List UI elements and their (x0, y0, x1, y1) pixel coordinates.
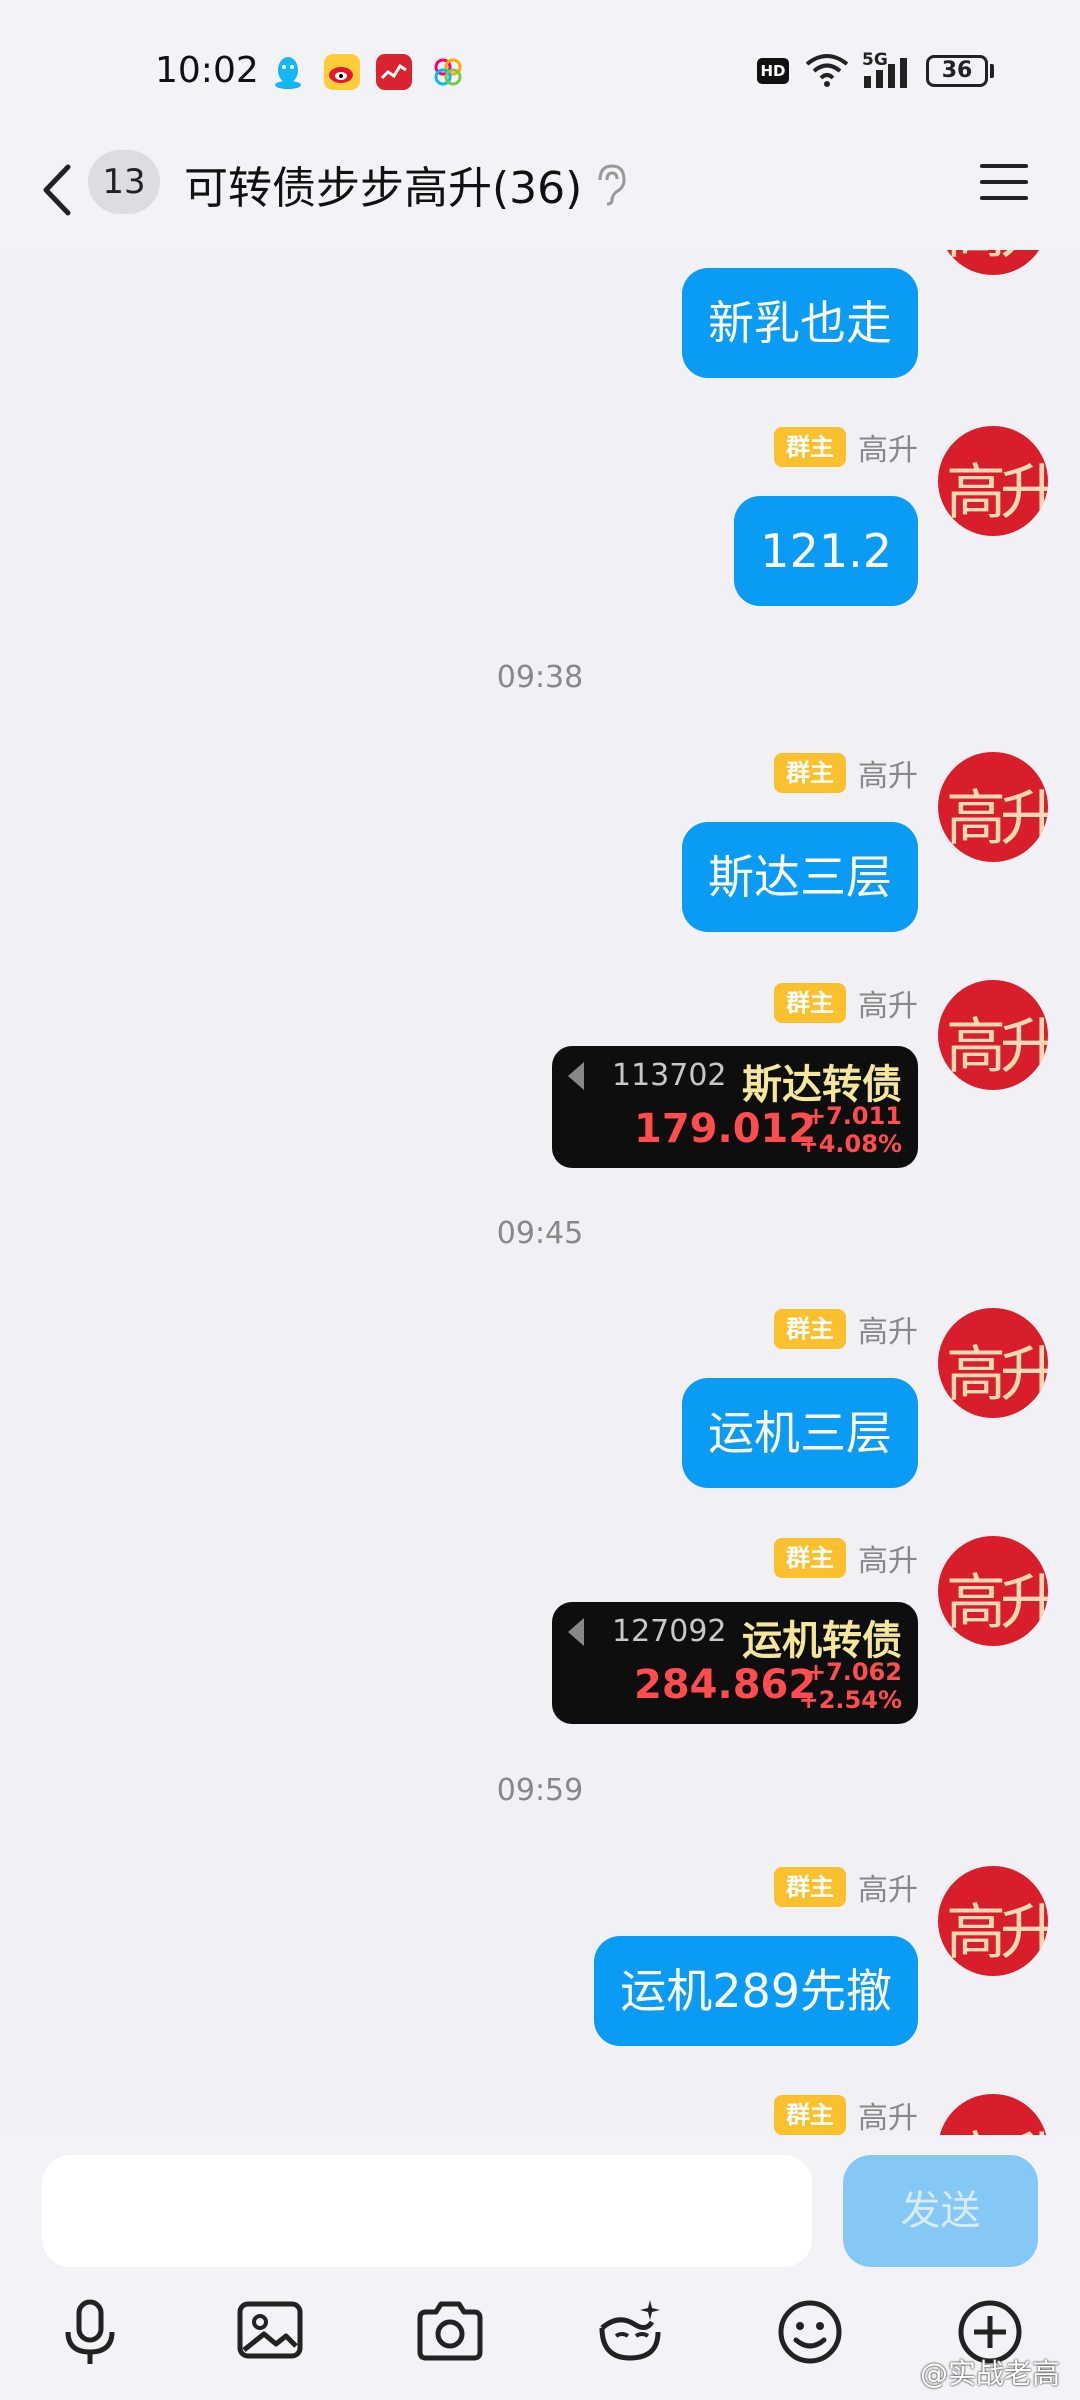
avatar[interactable]: 高升 (938, 980, 1048, 1090)
ear-icon[interactable] (590, 162, 630, 206)
avatar[interactable]: 高升 (938, 1308, 1048, 1418)
signal-icon (864, 58, 912, 92)
message-input[interactable] (42, 2155, 812, 2267)
message-bubble[interactable]: 运机289先撤 (594, 1936, 918, 2046)
watermark: @实战老高 (919, 2357, 1060, 2390)
message-bubble[interactable]: 新乳也走 (682, 268, 918, 378)
timestamp: 09:59 (496, 1773, 584, 1808)
face-effect-icon[interactable] (590, 2292, 670, 2372)
status-bar: 10:02 HD 5G 36 (0, 0, 1080, 140)
timestamp: 09:38 (496, 660, 584, 695)
sender-meta: 群主 高升 (774, 1867, 918, 1908)
sender-meta: 群主 高升 (774, 1538, 918, 1579)
wifi-icon (803, 52, 851, 92)
sender-name: 高升 (858, 2101, 918, 2135)
message-bubble[interactable]: 运机三层 (682, 1378, 918, 1488)
sender-name: 高升 (858, 759, 918, 794)
battery-indicator: 36 (926, 55, 988, 87)
quote-change-pct: +2.54% (798, 1686, 902, 1714)
quote-price: 284.862 (634, 1662, 817, 1708)
menu-button[interactable] (978, 158, 1030, 206)
chat-message-list[interactable]: 高升 新乳也走 群主 高升 高升 121.2 09:38 群主 高升 高升 斯达… (0, 250, 1080, 2135)
avatar[interactable]: 高升 (938, 2094, 1048, 2135)
status-time: 10:02 (155, 50, 259, 91)
battery-tip (990, 64, 994, 78)
page-title[interactable]: 可转债步步高升(36) (184, 152, 582, 216)
sender-meta: 群主 高升 (774, 427, 918, 468)
quote-change: +7.011 +4.08% (799, 1102, 902, 1158)
sender-name: 高升 (858, 1544, 918, 1579)
sender-meta: 群主 高升 (774, 2095, 918, 2135)
owner-badge: 群主 (774, 1538, 846, 1578)
message-bubble[interactable]: 121.2 (734, 496, 918, 606)
sender-name: 高升 (858, 1873, 918, 1908)
timestamp: 09:45 (496, 1216, 584, 1251)
avatar[interactable]: 高升 (938, 752, 1048, 862)
owner-badge: 群主 (774, 1309, 846, 1349)
quote-change-pct: +4.08% (798, 1130, 902, 1158)
image-icon[interactable] (230, 2292, 310, 2372)
microphone-icon[interactable] (50, 2292, 130, 2372)
stock-quote-card[interactable]: 113702 斯达转债 179.012 +7.011 +4.08% (552, 1046, 918, 1168)
send-button[interactable]: 发送 (843, 2155, 1038, 2267)
collapse-arrow-icon (568, 1618, 584, 1646)
emoji-icon[interactable] (770, 2292, 850, 2372)
weibo-icon (324, 54, 360, 90)
quote-change: +7.062 +2.54% (799, 1658, 902, 1714)
quote-code: 113702 (612, 1058, 727, 1093)
avatar[interactable]: 高升 (938, 1536, 1048, 1646)
avatar[interactable]: 高升 (938, 1866, 1048, 1976)
stock-quote-card[interactable]: 127092 运机转债 284.862 +7.062 +2.54% (552, 1602, 918, 1724)
avatar[interactable]: 高升 (938, 250, 1048, 275)
quote-change-abs: +7.011 (805, 1102, 902, 1130)
sender-name: 高升 (858, 433, 918, 468)
owner-badge: 群主 (774, 427, 846, 467)
input-bar: 发送 (0, 2135, 1080, 2400)
qq-icon (270, 54, 306, 90)
owner-badge: 群主 (774, 2095, 846, 2135)
sender-meta: 群主 高升 (774, 1309, 918, 1350)
sender-name: 高升 (858, 1315, 918, 1350)
quote-price: 179.012 (634, 1106, 817, 1152)
sender-meta: 群主 高升 (774, 983, 918, 1024)
sender-name: 高升 (858, 989, 918, 1024)
stock-app-icon (376, 54, 412, 90)
unread-count-badge[interactable]: 13 (88, 150, 160, 214)
colorful-app-icon (430, 54, 466, 90)
owner-badge: 群主 (774, 753, 846, 793)
collapse-arrow-icon (568, 1062, 584, 1090)
quote-code: 127092 (612, 1614, 727, 1649)
hd-badge: HD (757, 58, 789, 84)
camera-icon[interactable] (410, 2292, 490, 2372)
back-button[interactable] (36, 155, 80, 225)
quote-change-abs: +7.062 (805, 1658, 902, 1686)
message-bubble[interactable]: 斯达三层 (682, 822, 918, 932)
owner-badge: 群主 (774, 983, 846, 1023)
avatar[interactable]: 高升 (938, 426, 1048, 536)
sender-meta: 群主 高升 (774, 753, 918, 794)
owner-badge: 群主 (774, 1867, 846, 1907)
